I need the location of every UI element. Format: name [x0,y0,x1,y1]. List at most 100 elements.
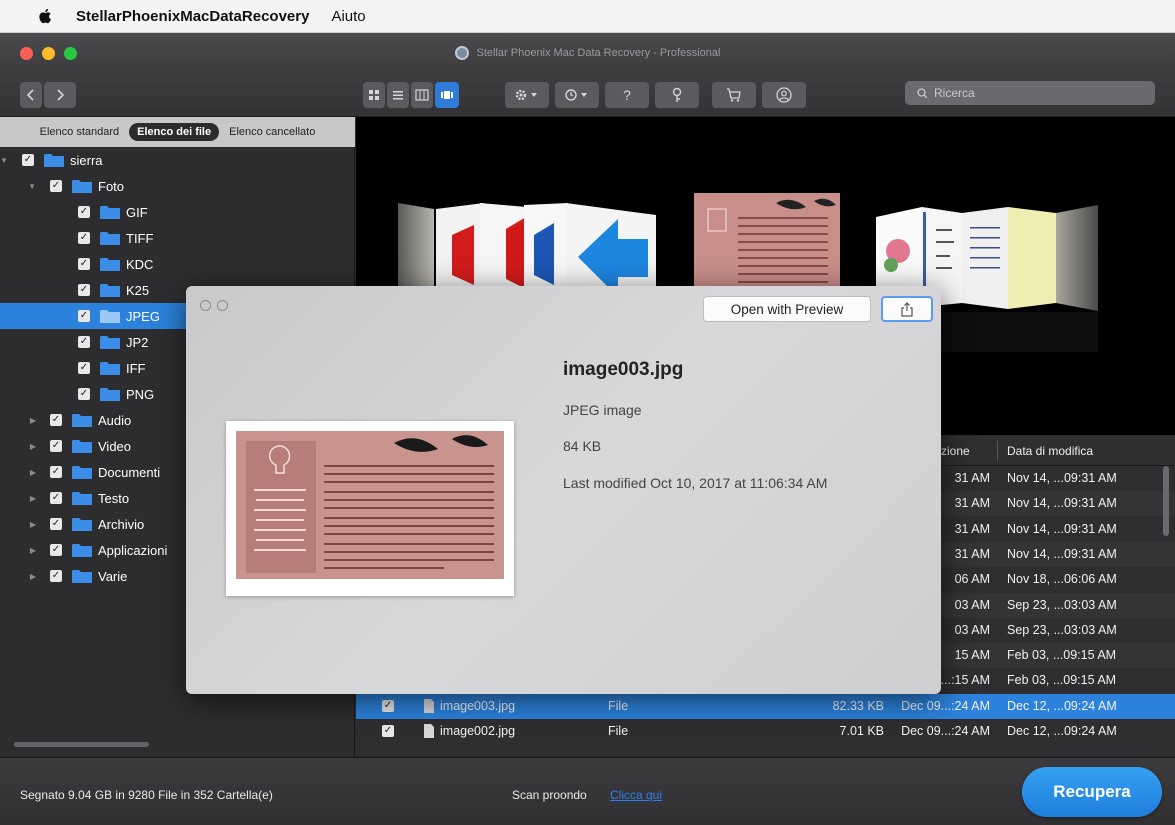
help-menu[interactable]: Aiuto [331,8,365,25]
search-icon [917,87,928,98]
share-button[interactable] [881,296,933,322]
creation-date-cell: 31 AM [954,521,990,536]
help-button[interactable]: ? [605,82,649,108]
disclosure-triangle-icon[interactable]: ▶ [0,442,40,451]
recover-button[interactable]: Recupera [1022,767,1162,817]
creation-date-cell: Dec 09...:24 AM [901,698,990,713]
column-header-creation-date[interactable]: zione [941,444,970,458]
column-header-modified-date[interactable]: Data di modifica [1007,444,1093,458]
search-field[interactable]: Ricerca [905,81,1155,105]
checkbox[interactable]: ✓ [50,544,62,556]
quicklook-close-button[interactable] [200,300,211,311]
buy-button[interactable] [712,82,756,108]
disclosure-triangle-icon[interactable]: ▶ [0,520,40,529]
checkbox[interactable]: ✓ [50,414,62,426]
title-bar: Stellar Phoenix Mac Data Recovery - Prof… [0,33,1175,73]
activation-button[interactable] [655,82,699,108]
modified-date-cell: Sep 23, ...03:03 AM [1007,597,1117,612]
history-menu-button[interactable] [555,82,599,108]
disclosure-triangle-icon[interactable]: ▶ [0,494,40,503]
tree-item-label: Video [98,438,132,454]
app-menu[interactable]: StellarPhoenixMacDataRecovery [76,8,309,25]
vertical-scrollbar[interactable] [1163,466,1169,536]
close-window-button[interactable] [20,47,33,60]
modified-date-cell: Feb 03, ...09:15 AM [1007,673,1117,688]
folder-icon [72,491,92,505]
checkbox[interactable]: ✓ [50,466,62,478]
disclosure-triangle-icon[interactable]: ▼ [0,182,40,191]
tree-item-gif[interactable]: ✓ GIF [0,199,355,225]
disclosure-triangle-icon[interactable]: ▶ [0,416,40,425]
tree-item-tiff[interactable]: ✓ TIFF [0,225,355,251]
checkbox[interactable]: ✓ [50,492,62,504]
table-row[interactable]: ✓ image002.jpg File 7.01 KB Dec 09...:24 AM D… [356,719,1175,744]
columns-icon [415,89,429,101]
modified-date-cell: Nov 14, ...09:31 AM [1007,546,1117,561]
back-button[interactable] [20,82,42,108]
tree-item-sierra[interactable]: ▼ ✓ sierra [0,147,355,173]
tree-item-label: PNG [126,386,155,402]
tab-standard-list[interactable]: Elenco standard [36,123,124,141]
file-type-cell: File [608,698,629,713]
checkbox[interactable]: ✓ [78,362,90,374]
checkbox[interactable]: ✓ [78,284,90,296]
file-icon [424,698,434,713]
tree-item-foto[interactable]: ▼ ✓ Foto [0,173,355,199]
tree-item-label: TIFF [126,230,154,246]
checkbox[interactable]: ✓ [78,258,90,270]
folder-icon [100,309,120,323]
row-checkbox[interactable]: ✓ [382,699,394,712]
row-checkbox[interactable]: ✓ [382,725,394,737]
coverflow-view-button[interactable] [435,82,459,108]
disclosure-triangle-icon[interactable]: ▶ [0,468,40,477]
tree-item-kdc[interactable]: ✓ KDC [0,251,355,277]
table-row[interactable]: ✓ image003.jpg File 82.33 KB Dec 09...:24 AM… [356,693,1175,719]
window-controls [20,47,77,60]
modified-date-cell: Feb 03, ...09:15 AM [1007,648,1117,663]
tree-item-label: GIF [126,204,148,220]
icon-view-button[interactable] [363,82,385,108]
search-placeholder: Ricerca [934,86,975,100]
checkbox[interactable]: ✓ [50,180,62,192]
disclosure-triangle-icon[interactable]: ▼ [0,156,12,165]
horizontal-scrollbar[interactable] [14,742,149,747]
apple-icon[interactable] [36,7,54,25]
checkbox[interactable]: ✓ [78,206,90,218]
list-view-button[interactable] [387,82,409,108]
deep-scan-link[interactable]: Clicca qui [610,788,662,802]
folder-icon [72,543,92,557]
folder-icon [100,335,120,349]
column-view-button[interactable] [411,82,433,108]
checkbox[interactable]: ✓ [50,440,62,452]
checkbox[interactable]: ✓ [50,518,62,530]
tab-file-list[interactable]: Elenco dei file [129,123,220,141]
minimize-window-button[interactable] [42,47,55,60]
quicklook-fullscreen-button[interactable] [217,300,228,311]
checkbox[interactable]: ✓ [78,388,90,400]
column-divider[interactable] [997,441,998,461]
account-button[interactable] [762,82,806,108]
checkbox[interactable]: ✓ [78,310,90,322]
tree-item-label: JPEG [126,308,160,324]
checkbox[interactable]: ✓ [78,232,90,244]
folder-icon [100,231,120,245]
disclosure-triangle-icon[interactable]: ▶ [0,546,40,555]
forward-button[interactable] [44,82,76,108]
zoom-window-button[interactable] [64,47,77,60]
checkbox[interactable]: ✓ [22,154,34,166]
help-icon: ? [623,87,631,103]
open-with-preview-button[interactable]: Open with Preview [703,296,871,322]
tab-deleted-list[interactable]: Elenco cancellato [225,123,319,141]
grid-icon [369,90,379,100]
modified-date-cell: Nov 14, ...09:31 AM [1007,521,1117,536]
tree-item-label: JP2 [126,334,149,350]
file-name-cell: image002.jpg [440,724,516,738]
modified-date-cell: Nov 14, ...09:31 AM [1007,496,1117,511]
quicklook-panel: Open with Preview image003.jpg JPEG imag… [186,286,941,694]
disclosure-triangle-icon[interactable]: ▶ [0,572,40,581]
checkbox[interactable]: ✓ [78,336,90,348]
settings-menu-button[interactable] [505,82,549,108]
modified-date-cell: Dec 12, ...09:24 AM [1007,698,1117,713]
folder-icon [72,179,92,193]
checkbox[interactable]: ✓ [50,570,62,582]
